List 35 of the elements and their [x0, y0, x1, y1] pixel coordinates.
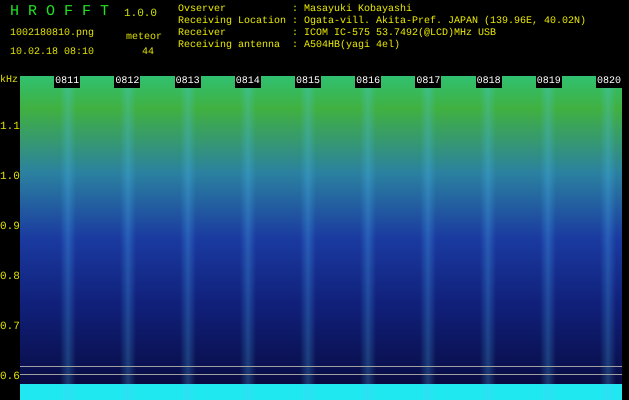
app-title: H R O F F T — [10, 2, 110, 22]
time-label: 0815 — [294, 76, 321, 88]
time-label: 0819 — [536, 76, 562, 88]
colon-separator: : — [292, 40, 300, 52]
time-label: 0814 — [234, 76, 261, 88]
colon-separator: : — [292, 16, 300, 28]
meteor-count: 44 — [142, 46, 154, 60]
frequency-label: 0.7 — [0, 321, 20, 334]
time-label: 0812 — [114, 76, 140, 88]
info-value: A504HB(yagi 4el) — [304, 40, 400, 52]
frequency-label: 0.6 — [0, 371, 20, 384]
axis-unit: kHz — [0, 76, 20, 88]
time-label: 0811 — [54, 76, 80, 88]
colon-separator: : — [292, 4, 300, 16]
colon-separator: : — [292, 28, 300, 40]
time-label: 0817 — [415, 76, 442, 88]
time-label: 0816 — [355, 76, 382, 88]
frequency-label: 1.0 — [0, 171, 20, 184]
version-number: 1.0.0 — [124, 7, 158, 22]
time-label: 0818 — [476, 76, 502, 88]
info-value: Masayuki Kobayashi — [304, 4, 412, 16]
time-label: 0813 — [174, 76, 201, 88]
info-label: Receiver — [178, 28, 228, 40]
date-time: 10.02.18 08:10 — [10, 46, 94, 60]
time-label: 0820 — [596, 76, 622, 88]
info-value: Ogata-vill. Akita-Pref. JAPAN (139.96E, 40.02N) — [304, 16, 586, 28]
info-label: Ovserver — [178, 4, 228, 16]
info-value: ICOM IC-575 53.7492(@LCD)MHz USB — [304, 28, 496, 40]
info-label: Receiving antenna — [178, 40, 282, 52]
frequency-label: 1.1 — [0, 121, 20, 134]
info-label: Receiving Location — [178, 16, 288, 28]
mode-label: meteor — [126, 31, 162, 45]
file-name: 1002180810.png — [10, 27, 94, 41]
frequency-label: 0.8 — [0, 271, 20, 284]
frequency-label: 0.9 — [0, 221, 20, 234]
